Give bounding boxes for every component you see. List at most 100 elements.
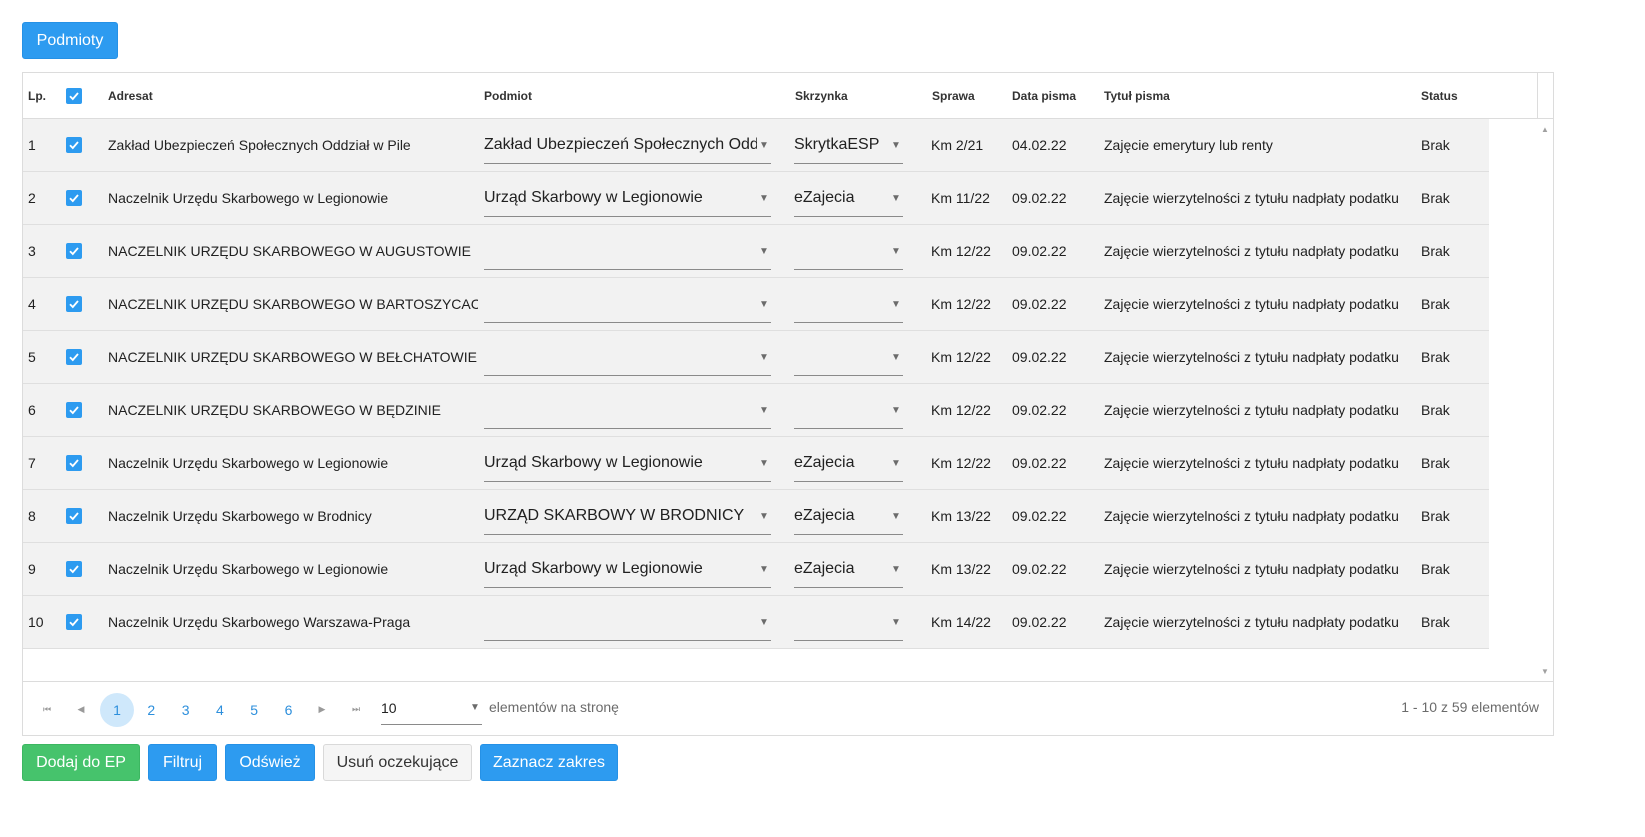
chevron-down-icon: ▼: [891, 404, 901, 416]
page-number-button[interactable]: 3: [169, 693, 203, 727]
column-header-podmiot[interactable]: Podmiot: [484, 73, 532, 119]
refresh-button[interactable]: Odśwież: [225, 744, 315, 781]
row-checkbox[interactable]: [66, 190, 82, 206]
row-checkbox[interactable]: [66, 561, 82, 577]
row-checkbox[interactable]: [66, 243, 82, 259]
row-checkbox[interactable]: [66, 137, 82, 153]
page-size-select[interactable]: 10 ▼: [381, 691, 482, 725]
row-data-pisma: 09.02.22: [1012, 296, 1067, 312]
table-row[interactable]: 3 NACZELNIK URZĘDU SKARBOWEGO W AUGUSTOWI…: [23, 225, 1489, 278]
page-number-button[interactable]: 1: [100, 693, 134, 727]
row-tytul-pisma: Zajęcie wierzytelności z tytułu nadpłaty…: [1104, 614, 1399, 630]
row-checkbox-cell[interactable]: [66, 543, 82, 595]
row-lp: 1: [28, 137, 36, 153]
row-checkbox-cell[interactable]: [66, 384, 82, 436]
skrzynka-select[interactable]: eZajecia ▼: [794, 180, 903, 217]
skrzynka-select[interactable]: SkrytkaESP ▼: [794, 127, 903, 164]
row-checkbox-cell[interactable]: [66, 119, 82, 171]
remove-pending-button[interactable]: Usuń oczekujące: [323, 744, 472, 781]
row-tytul-pisma: Zajęcie wierzytelności z tytułu nadpłaty…: [1104, 561, 1399, 577]
check-icon: [69, 247, 79, 256]
row-lp: 8: [28, 508, 36, 524]
chevron-down-icon: ▼: [759, 245, 769, 257]
skrzynka-select[interactable]: eZajecia ▼: [794, 498, 903, 535]
podmiot-select[interactable]: URZĄD SKARBOWY W BRODNICY ▼: [484, 498, 771, 535]
skrzynka-select[interactable]: eZajecia ▼: [794, 551, 903, 588]
page-number-button[interactable]: 4: [203, 693, 237, 727]
prev-page-icon[interactable]: ◀: [71, 699, 91, 719]
row-checkbox[interactable]: [66, 614, 82, 630]
table-row[interactable]: 7 Naczelnik Urzędu Skarbowego w Legionowi…: [23, 437, 1489, 490]
select-range-button[interactable]: Zaznacz zakres: [480, 744, 618, 781]
page-number-button[interactable]: 6: [272, 693, 306, 727]
check-icon: [69, 565, 79, 574]
check-icon: [69, 194, 79, 203]
next-page-icon[interactable]: ▶: [312, 699, 332, 719]
podmiot-select[interactable]: ▼: [484, 339, 771, 376]
table-row[interactable]: 4 NACZELNIK URZĘDU SKARBOWEGO W BARTOSZYC…: [23, 278, 1489, 331]
table-row[interactable]: 10 Naczelnik Urzędu Skarbowego Warszawa-P…: [23, 596, 1489, 649]
chevron-down-icon: ▼: [759, 616, 769, 628]
skrzynka-select[interactable]: ▼: [794, 286, 903, 323]
podmiot-select[interactable]: ▼: [484, 392, 771, 429]
page-number-button[interactable]: 5: [237, 693, 271, 727]
row-adresat: Naczelnik Urzędu Skarbowego w Brodnicy: [108, 508, 372, 524]
row-checkbox[interactable]: [66, 296, 82, 312]
row-checkbox-cell[interactable]: [66, 278, 82, 330]
podmiot-select[interactable]: ▼: [484, 233, 771, 270]
select-all-checkbox[interactable]: [66, 88, 82, 104]
skrzynka-select[interactable]: ▼: [794, 604, 903, 641]
chevron-down-icon: ▼: [891, 298, 901, 310]
last-page-icon[interactable]: ⏭: [346, 699, 366, 719]
table-row[interactable]: 9 Naczelnik Urzędu Skarbowego w Legionowi…: [23, 543, 1489, 596]
column-header-tytul-pisma[interactable]: Tytuł pisma: [1104, 73, 1170, 119]
check-icon: [69, 512, 79, 521]
column-header-data-pisma[interactable]: Data pisma: [1012, 73, 1076, 119]
skrzynka-select[interactable]: ▼: [794, 233, 903, 270]
podmiot-select[interactable]: Urząd Skarbowy w Legionowie ▼: [484, 445, 771, 482]
column-header-lp[interactable]: Lp.: [28, 73, 46, 119]
table-row[interactable]: 1 Zakład Ubezpieczeń Społecznych Oddział …: [23, 119, 1489, 172]
add-to-ep-button[interactable]: Dodaj do EP: [22, 744, 140, 781]
filter-button[interactable]: Filtruj: [148, 744, 217, 781]
row-checkbox-cell[interactable]: [66, 225, 82, 277]
row-checkbox[interactable]: [66, 402, 82, 418]
scroll-up-icon[interactable]: ▲: [1537, 121, 1553, 137]
table-row[interactable]: 2 Naczelnik Urzędu Skarbowego w Legionowi…: [23, 172, 1489, 225]
row-sprawa: Km 14/22: [931, 614, 991, 630]
row-checkbox-cell[interactable]: [66, 596, 82, 648]
row-checkbox-cell[interactable]: [66, 331, 82, 383]
first-page-icon[interactable]: ⏮: [37, 699, 57, 719]
table-row[interactable]: 6 NACZELNIK URZĘDU SKARBOWEGO W BĘDZINIE ▼…: [23, 384, 1489, 437]
row-adresat: NACZELNIK URZĘDU SKARBOWEGO W BARTOSZYCA…: [108, 296, 478, 312]
podmiot-select[interactable]: ▼: [484, 286, 771, 323]
skrzynka-select[interactable]: ▼: [794, 392, 903, 429]
skrzynka-select[interactable]: ▼: [794, 339, 903, 376]
row-status: Brak: [1421, 243, 1450, 259]
page-number-button[interactable]: 2: [134, 693, 168, 727]
row-checkbox-cell[interactable]: [66, 172, 82, 224]
vertical-scrollbar[interactable]: ▲ ▼: [1537, 119, 1553, 681]
row-checkbox[interactable]: [66, 508, 82, 524]
row-adresat: Naczelnik Urzędu Skarbowego w Legionowie: [108, 561, 389, 577]
podmiot-select[interactable]: Urząd Skarbowy w Legionowie ▼: [484, 551, 771, 588]
podmiot-select[interactable]: ▼: [484, 604, 771, 641]
podmioty-button[interactable]: Podmioty: [22, 22, 118, 59]
row-checkbox[interactable]: [66, 349, 82, 365]
header-select-all[interactable]: [66, 73, 82, 119]
column-header-sprawa[interactable]: Sprawa: [932, 73, 975, 119]
podmiot-select[interactable]: Zakład Ubezpieczeń Społecznych Oddz ▼: [484, 127, 771, 164]
column-header-skrzynka[interactable]: Skrzynka: [795, 73, 848, 119]
skrzynka-select[interactable]: eZajecia ▼: [794, 445, 903, 482]
row-data-pisma: 09.02.22: [1012, 561, 1067, 577]
podmiot-select[interactable]: Urząd Skarbowy w Legionowie ▼: [484, 180, 771, 217]
row-checkbox-cell[interactable]: [66, 490, 82, 542]
table-row[interactable]: 8 Naczelnik Urzędu Skarbowego w Brodnicy U…: [23, 490, 1489, 543]
scroll-down-icon[interactable]: ▼: [1537, 663, 1553, 679]
table-row[interactable]: 5 NACZELNIK URZĘDU SKARBOWEGO W BEŁCHATOW…: [23, 331, 1489, 384]
row-checkbox[interactable]: [66, 455, 82, 471]
column-header-adresat[interactable]: Adresat: [108, 73, 153, 119]
row-checkbox-cell[interactable]: [66, 437, 82, 489]
column-header-status[interactable]: Status: [1421, 73, 1458, 119]
grid-body: 1 Zakład Ubezpieczeń Społecznych Oddział …: [23, 119, 1537, 681]
